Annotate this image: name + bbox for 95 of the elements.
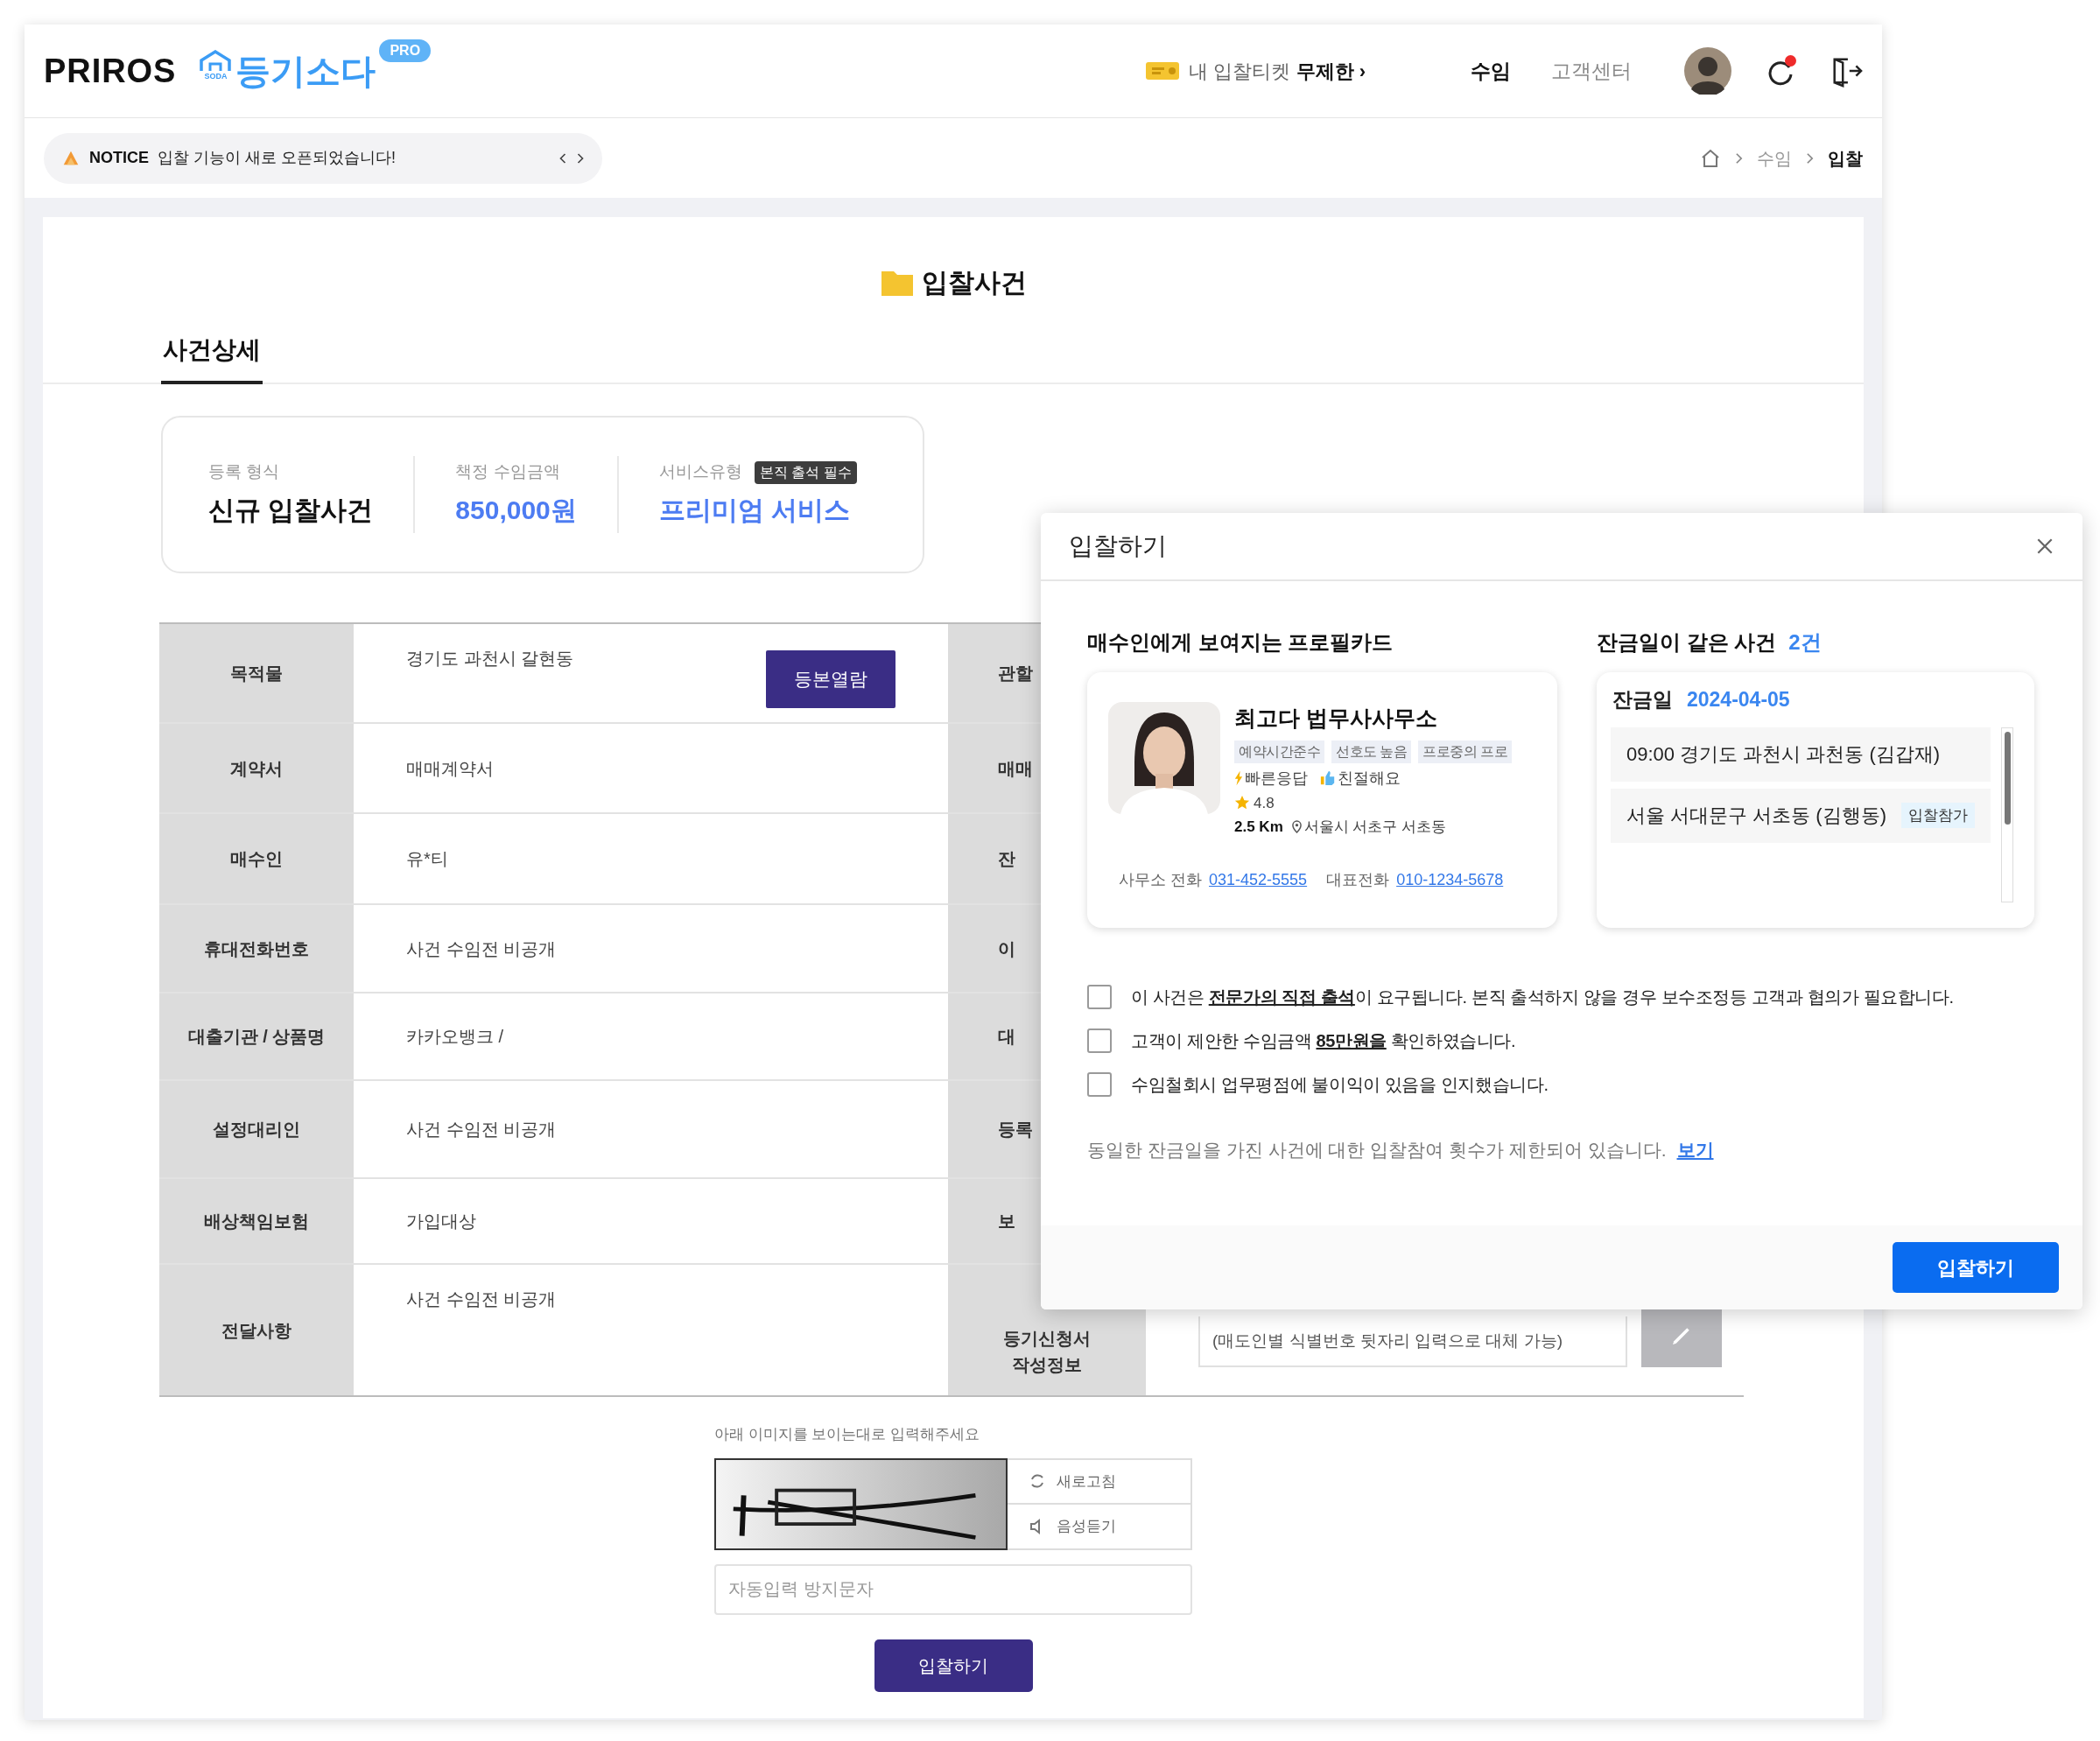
- row-header: 매매: [998, 757, 1033, 780]
- agreement-text: 고객이 제안한 수임금액 85만원을 확인하였습니다.: [1131, 1030, 1516, 1052]
- row-header: 보: [998, 1211, 1015, 1232]
- pro-badge: PRO: [379, 39, 432, 62]
- audio-button[interactable]: 음성듣기: [1008, 1505, 1190, 1548]
- summary-label: 등록 형식: [208, 461, 280, 483]
- text-area[interactable]: (매도인별 식별번호 뒷자리 입력으로 대체 가능): [1198, 1316, 1627, 1367]
- row-header: 대출기관 / 상품명: [159, 993, 354, 1079]
- phone-label: 대표전화: [1326, 869, 1390, 890]
- settle-date: 2024-04-05: [1687, 687, 1790, 713]
- summary-label: 서비스유형: [658, 461, 742, 483]
- breadcrumb-link[interactable]: 입찰: [1828, 144, 1863, 172]
- scrollbar[interactable]: [2001, 727, 2013, 902]
- table-cell-text: 사건 수임전 비공개: [406, 1288, 557, 1310]
- distance: 2.5 Km: [1234, 818, 1283, 837]
- notice-tag: NOTICE: [89, 146, 149, 170]
- row-header: 관할: [998, 663, 1033, 684]
- ticket-link[interactable]: 내 입찰티켓 무제한 ›: [1145, 56, 1366, 86]
- row-header: 매수인: [159, 814, 354, 903]
- service-badge: 본직 출석 필수: [754, 460, 857, 484]
- case-text: 서울 서대문구 서초동 (김행동): [1626, 804, 1886, 828]
- agreement-text: 이 사건은 전문가의 직접 출석이 요구됩니다. 본직 출석하지 않을 경우 보수조정등 고객과 협의가 필요합니다.: [1131, 986, 1954, 1008]
- refresh-icon: [1029, 1472, 1046, 1491]
- nav-link[interactable]: 고객센터: [1551, 55, 1632, 87]
- tab[interactable]: 사건상세: [161, 332, 263, 384]
- case-item[interactable]: 서울 서대문구 서초동 (김행동) 입찰참가: [1611, 788, 1991, 843]
- location: 서울시 서초구 서초동: [1291, 816, 1447, 839]
- profile-tag: 프로중의 프로: [1418, 740, 1513, 763]
- captcha-instruction: 아래 이미지를 보이는대로 입력해주세요: [714, 1425, 981, 1444]
- row-header: 이: [998, 937, 1015, 960]
- brand-logo: PRIROS: [44, 51, 177, 91]
- trait-label: 빠른응답: [1234, 766, 1308, 790]
- row-header: 등기신청서 작성정보: [1003, 1328, 1091, 1376]
- logo-text: 등기소다: [235, 51, 376, 92]
- table-cell-text: 매매계약서: [406, 757, 494, 780]
- row-header: 등록: [998, 1119, 1033, 1141]
- notice-text: 입찰 기능이 새로 오픈되었습니다!: [158, 148, 397, 168]
- settle-label: 잔금일: [1612, 687, 1673, 713]
- trait-label: 친절해요: [1320, 766, 1401, 790]
- profile-tag: 선호도 높음: [1331, 740, 1412, 763]
- row-header: 계약서: [159, 724, 354, 812]
- table-cell-text: 경기도 과천시 갈현동: [406, 648, 574, 670]
- submit-bid-button[interactable]: 입찰하기: [874, 1639, 1033, 1692]
- table-cell-text: 카카오뱅크 /: [406, 1026, 504, 1048]
- table-cell-text: 사건 수임전 비공개: [406, 937, 557, 960]
- case-item[interactable]: 09:00 경기도 과천시 과천동 (김갑재): [1611, 727, 1991, 782]
- view-link[interactable]: 보기: [1676, 1136, 1714, 1164]
- office-name: 최고다 법무사사무소: [1234, 705, 1438, 732]
- table-cell-text: 유*티: [406, 848, 448, 870]
- page-title: 입찰사건: [922, 267, 1027, 298]
- row-header: 전달사항: [159, 1265, 354, 1395]
- star-icon: [1234, 795, 1250, 811]
- home-icon[interactable]: [1700, 147, 1721, 169]
- close-icon[interactable]: [2035, 537, 2054, 556]
- thumbs-up-icon: [1320, 770, 1336, 786]
- table-cell-text: 가입대상: [406, 1211, 476, 1232]
- rating: 4.8: [1234, 791, 1513, 814]
- phone-label: 사무소 전화: [1119, 869, 1202, 890]
- row-header: 잔: [998, 848, 1015, 870]
- summary-label: 책정 수임금액: [455, 461, 560, 483]
- summary-value: 850,000원: [455, 494, 577, 526]
- avatar[interactable]: [1684, 47, 1731, 95]
- section-heading: 잔금일이 같은 사건: [1597, 629, 1777, 656]
- dialog-title: 입찰하기: [1069, 531, 1167, 561]
- logo-mark: SODA: [204, 73, 228, 81]
- case-count: 2건: [1788, 629, 1822, 656]
- ticket-icon: [1145, 60, 1181, 81]
- profile-tag: 예약시간준수: [1234, 740, 1324, 763]
- dialog-submit-button[interactable]: 입찰하기: [1893, 1242, 2059, 1293]
- checkbox[interactable]: [1087, 1072, 1112, 1097]
- view-register-button[interactable]: 등본열람: [766, 650, 895, 708]
- agreement-text: 수임철회시 업무평점에 불이익이 있음을 인지했습니다.: [1131, 1074, 1549, 1096]
- summary-value: 신규 입찰사건: [208, 494, 374, 526]
- row-header: 휴대전화번호: [159, 905, 354, 992]
- table-cell-text: 사건 수임전 비공개: [406, 1119, 557, 1141]
- case-text: 09:00 경기도 과천시 과천동 (김갑재): [1626, 742, 1941, 767]
- captcha-input[interactable]: 자동입력 방지문자: [714, 1563, 1192, 1615]
- phone-link[interactable]: 010-1234-5678: [1396, 867, 1504, 892]
- nav-link[interactable]: 수임: [1471, 55, 1511, 87]
- lightning-icon: [1234, 770, 1243, 786]
- bid-status-badge: 입찰참가: [1901, 802, 1975, 829]
- checkbox[interactable]: [1087, 985, 1112, 1009]
- refresh-button[interactable]: 새로고침: [1008, 1459, 1190, 1505]
- row-header: 배상책임보험: [159, 1179, 354, 1263]
- section-heading: 매수인에게 보여지는 프로필카드: [1087, 630, 1394, 654]
- row-header: 대: [998, 1026, 1015, 1048]
- chevron-icon: [1735, 151, 1743, 165]
- phone-link[interactable]: 031-452-5555: [1209, 867, 1308, 892]
- pin-icon: [1291, 820, 1302, 834]
- summary-value: 프리미엄 서비스: [658, 494, 852, 526]
- checkbox[interactable]: [1087, 1028, 1112, 1053]
- limit-note: 동일한 잔금일을 가진 사건에 대한 입찰참여 횟수가 제한되어 있습니다.: [1087, 1139, 1667, 1162]
- row-header: 설정대리인: [159, 1081, 354, 1177]
- chevron-icon: [1806, 151, 1814, 165]
- row-header: 목적물: [159, 624, 354, 722]
